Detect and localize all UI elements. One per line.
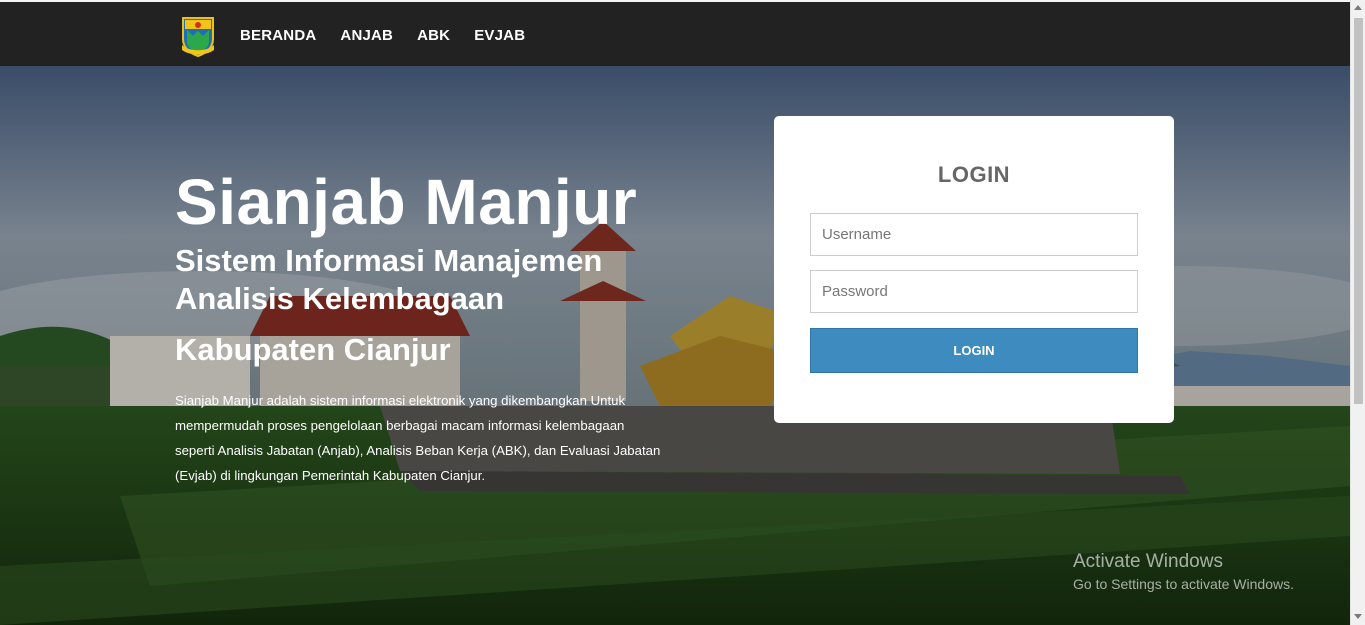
login-card: LOGIN LOGIN: [774, 116, 1174, 423]
vertical-scrollbar[interactable]: [1350, 0, 1365, 625]
activate-windows-subtitle: Go to Settings to activate Windows.: [1073, 576, 1294, 592]
hero-description: Sianjab Manjur adalah sistem informasi e…: [175, 393, 661, 483]
activate-windows-watermark: Activate Windows Go to Settings to activ…: [1073, 550, 1294, 594]
nav-link-beranda[interactable]: BERANDA: [240, 27, 316, 44]
hero-title: Sianjab Manjur: [175, 166, 638, 238]
login-title: LOGIN: [937, 162, 1011, 187]
scroll-down-icon[interactable]: [1354, 614, 1362, 619]
scrollbar-thumb[interactable]: [1354, 18, 1363, 404]
cianjur-emblem-icon[interactable]: [180, 15, 216, 57]
intro-panel: Sianjab Manjur Sistem Informasi Manajeme…: [175, 166, 675, 488]
password-input[interactable]: [810, 270, 1138, 313]
scroll-up-icon[interactable]: [1354, 5, 1362, 10]
top-navbar: BERANDA ANJAB ABK EVJAB: [0, 0, 1365, 66]
nav-link-abk[interactable]: ABK: [417, 27, 450, 44]
hero-subtitle: Sistem Informasi Manajemen Analisis Kele…: [175, 243, 603, 316]
nav-link-anjab[interactable]: ANJAB: [340, 27, 393, 44]
login-button[interactable]: LOGIN: [810, 328, 1138, 373]
activate-windows-title: Activate Windows: [1073, 551, 1223, 572]
username-input[interactable]: [810, 213, 1138, 256]
main-navigation: BERANDA ANJAB ABK EVJAB: [240, 2, 549, 68]
nav-link-evjab[interactable]: EVJAB: [474, 27, 525, 44]
hero-region: Kabupaten Cianjur: [175, 332, 451, 367]
